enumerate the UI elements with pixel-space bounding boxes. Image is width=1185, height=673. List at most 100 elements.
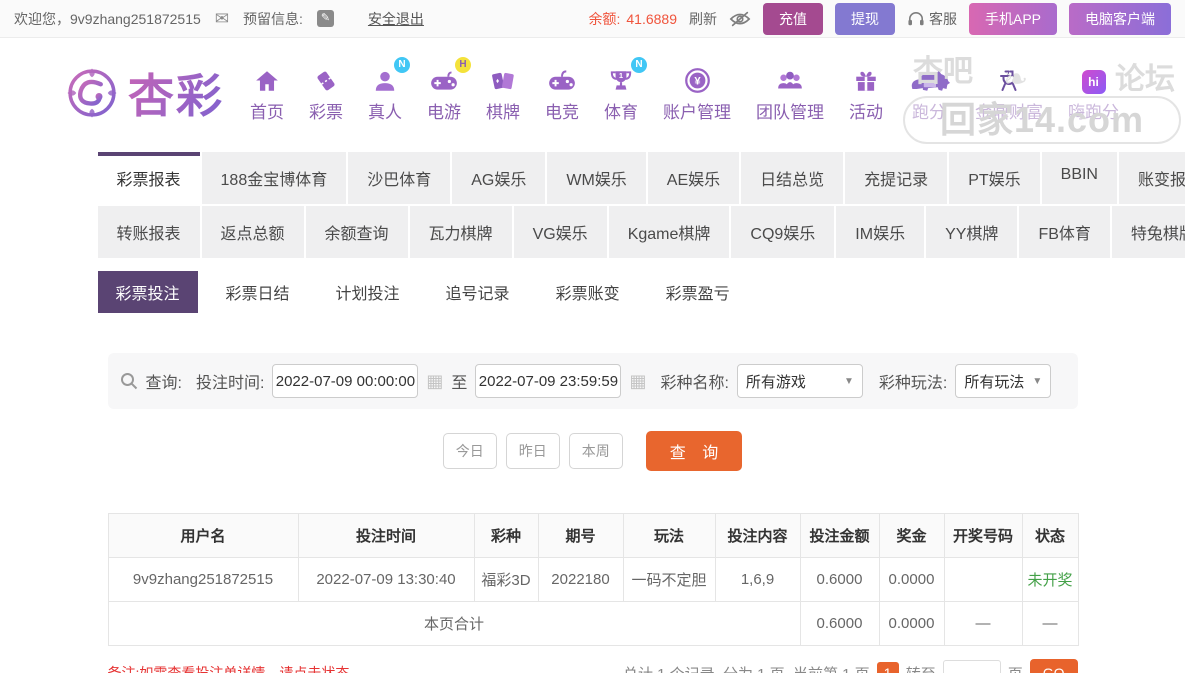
goto-label: 转至 — [906, 663, 936, 673]
summary-draw-number: — — [943, 601, 1023, 646]
nav-sports[interactable]: 1 N 体育 — [604, 56, 647, 123]
nav-paofen[interactable]: 跑分 — [908, 64, 950, 123]
site-logo[interactable]: 杏彩 — [64, 60, 224, 126]
goto-page-input[interactable] — [942, 659, 1001, 673]
refresh-link[interactable]: 刷新 — [689, 9, 717, 29]
hi-icon: hi — [1081, 64, 1106, 94]
nav-esports[interactable]: 电竞 — [545, 64, 579, 123]
date-to-input[interactable] — [475, 364, 622, 398]
tab-yy-chess[interactable]: YY棋牌 — [926, 206, 1018, 258]
cell-prize: 0.0000 — [878, 557, 945, 602]
tab-vg[interactable]: VG娱乐 — [513, 206, 607, 258]
welcome-text: 欢迎您，9v9zhang251872515 — [14, 10, 201, 27]
withdraw-button[interactable]: 提现 — [834, 2, 895, 35]
subtab-lottery-account-change[interactable]: 彩票账变 — [538, 271, 638, 313]
customer-service-link[interactable]: 客服 — [907, 9, 957, 29]
tab-ag[interactable]: AG娱乐 — [452, 152, 546, 204]
tab-bbin[interactable]: BBIN — [1041, 152, 1117, 204]
chevron-down-icon: ▼ — [844, 375, 854, 387]
badge-n: N — [394, 56, 410, 73]
report-tabs-row-2: 转账报表 返点总额 余额查询 瓦力棋牌 VG娱乐 Kgame棋牌 CQ9娱乐 I… — [97, 206, 1185, 258]
badge-h: H — [455, 56, 471, 73]
headset-icon — [908, 11, 924, 25]
logout-link[interactable]: 安全退出 — [368, 9, 424, 29]
tab-daily-summary[interactable]: 日结总览 — [741, 152, 844, 204]
summary-row: 本页合计 0.6000 0.0000 — — — [107, 601, 1079, 646]
eye-off-icon[interactable] — [729, 11, 751, 27]
nav-home[interactable]: 首页 — [250, 64, 284, 123]
recharge-button[interactable]: 充值 — [762, 2, 823, 35]
summary-bet-amount: 0.6000 — [799, 601, 880, 646]
subtab-chase-record[interactable]: 追号记录 — [428, 271, 528, 313]
gamepad-icon: H — [429, 56, 471, 94]
main-content: 彩票报表 188金宝博体育 沙巴体育 AG娱乐 WM娱乐 AE娱乐 日结总览 充… — [97, 152, 1185, 673]
play-type-value: 所有玩法 — [964, 373, 1025, 391]
tab-188-sports[interactable]: 188金宝博体育 — [201, 152, 347, 204]
tab-account-change-report[interactable]: 账变报表 — [1118, 152, 1185, 204]
subtab-lottery-daily[interactable]: 彩票日结 — [208, 271, 308, 313]
tab-transfer-report[interactable]: 转账报表 — [97, 206, 200, 258]
home-icon — [254, 64, 280, 94]
nav-egames[interactable]: H 电游 — [427, 56, 471, 123]
this-week-button[interactable]: 本周 — [568, 433, 623, 469]
tab-fb-sports[interactable]: FB体育 — [1019, 206, 1110, 258]
tab-wali-chess[interactable]: 瓦力棋牌 — [409, 206, 512, 258]
svg-text:¥: ¥ — [694, 75, 701, 87]
to-separator: 至 — [451, 375, 468, 392]
nav-lottery[interactable]: 彩票 — [309, 64, 343, 123]
rhino-icon — [908, 64, 950, 94]
play-type-select[interactable]: 所有玩法 ▼ — [955, 364, 1052, 398]
go-button[interactable]: GO — [1029, 659, 1078, 673]
date-from-input[interactable] — [272, 364, 419, 398]
watermark-text-2: 论坛 — [1115, 63, 1175, 96]
header-prize: 奖金 — [878, 513, 945, 558]
header-status: 状态 — [1021, 513, 1079, 558]
nav-jinding-wealth[interactable]: 金鼎财富 — [975, 64, 1043, 123]
cell-status[interactable]: 未开奖 — [1021, 557, 1079, 602]
gamepad-icon — [547, 64, 577, 94]
tab-deposit-withdraw-record[interactable]: 充提记录 — [845, 152, 948, 204]
reserve-info-label: 预留信息: — [243, 10, 303, 27]
person-icon: N — [372, 56, 410, 94]
pc-client-button[interactable]: 电脑客户端 — [1069, 2, 1171, 35]
tab-ae[interactable]: AE娱乐 — [647, 152, 740, 204]
badge-n: N — [631, 56, 647, 73]
calendar-icon[interactable]: ▦ — [629, 371, 646, 392]
summary-label: 本页合计 — [107, 601, 801, 646]
subtab-plan-bet[interactable]: 计划投注 — [318, 271, 418, 313]
tab-rebate-total[interactable]: 返点总额 — [201, 206, 304, 258]
nav-account-management[interactable]: ¥ 账户管理 — [663, 64, 731, 123]
mail-icon[interactable]: ✉ — [215, 9, 229, 29]
summary-status: — — [1021, 601, 1079, 646]
nav-hi-paofen[interactable]: hi 嗨跑分 — [1068, 64, 1119, 123]
site-header: 杏彩 首页 彩票 N 真人 H 电游 棋牌 电竞 1 N 体育 ¥ 账户管理 团… — [0, 38, 1185, 148]
tab-cq9[interactable]: CQ9娱乐 — [731, 206, 835, 258]
nav-team-management[interactable]: 团队管理 — [756, 64, 824, 123]
trophy-icon: 1 N — [607, 56, 647, 94]
bet-time-label: 投注时间: — [195, 375, 265, 392]
tab-wm[interactable]: WM娱乐 — [547, 152, 646, 204]
header-lottery: 彩种 — [473, 513, 539, 558]
nav-chess[interactable]: 棋牌 — [486, 64, 520, 123]
subtab-lottery-profit[interactable]: 彩票盈亏 — [648, 271, 748, 313]
calendar-icon[interactable]: ▦ — [426, 371, 443, 392]
tab-im[interactable]: IM娱乐 — [836, 206, 925, 258]
cell-draw-number — [943, 557, 1023, 602]
tab-shaba-sports[interactable]: 沙巴体育 — [348, 152, 451, 204]
tab-lottery-report[interactable]: 彩票报表 — [97, 152, 200, 204]
today-button[interactable]: 今日 — [442, 433, 497, 469]
current-page-badge[interactable]: 1 — [876, 662, 899, 673]
search-button[interactable]: 查 询 — [645, 431, 743, 471]
yesterday-button[interactable]: 昨日 — [505, 433, 560, 469]
lottery-name-select[interactable]: 所有游戏 ▼ — [736, 364, 863, 398]
subtab-lottery-bet[interactable]: 彩票投注 — [97, 271, 198, 313]
nav-activity[interactable]: 活动 — [849, 64, 883, 123]
tab-pt[interactable]: PT娱乐 — [949, 152, 1040, 204]
mobile-app-button[interactable]: 手机APP — [968, 2, 1057, 35]
edit-icon[interactable]: ✎ — [316, 10, 334, 27]
tab-kgame-chess[interactable]: Kgame棋牌 — [608, 206, 730, 258]
tab-balance-query[interactable]: 余额查询 — [305, 206, 408, 258]
tab-tetu-chess[interactable]: 特兔棋牌 — [1111, 206, 1185, 258]
header-bet-time: 投注时间 — [297, 513, 475, 558]
nav-live-casino[interactable]: N 真人 — [368, 56, 410, 123]
